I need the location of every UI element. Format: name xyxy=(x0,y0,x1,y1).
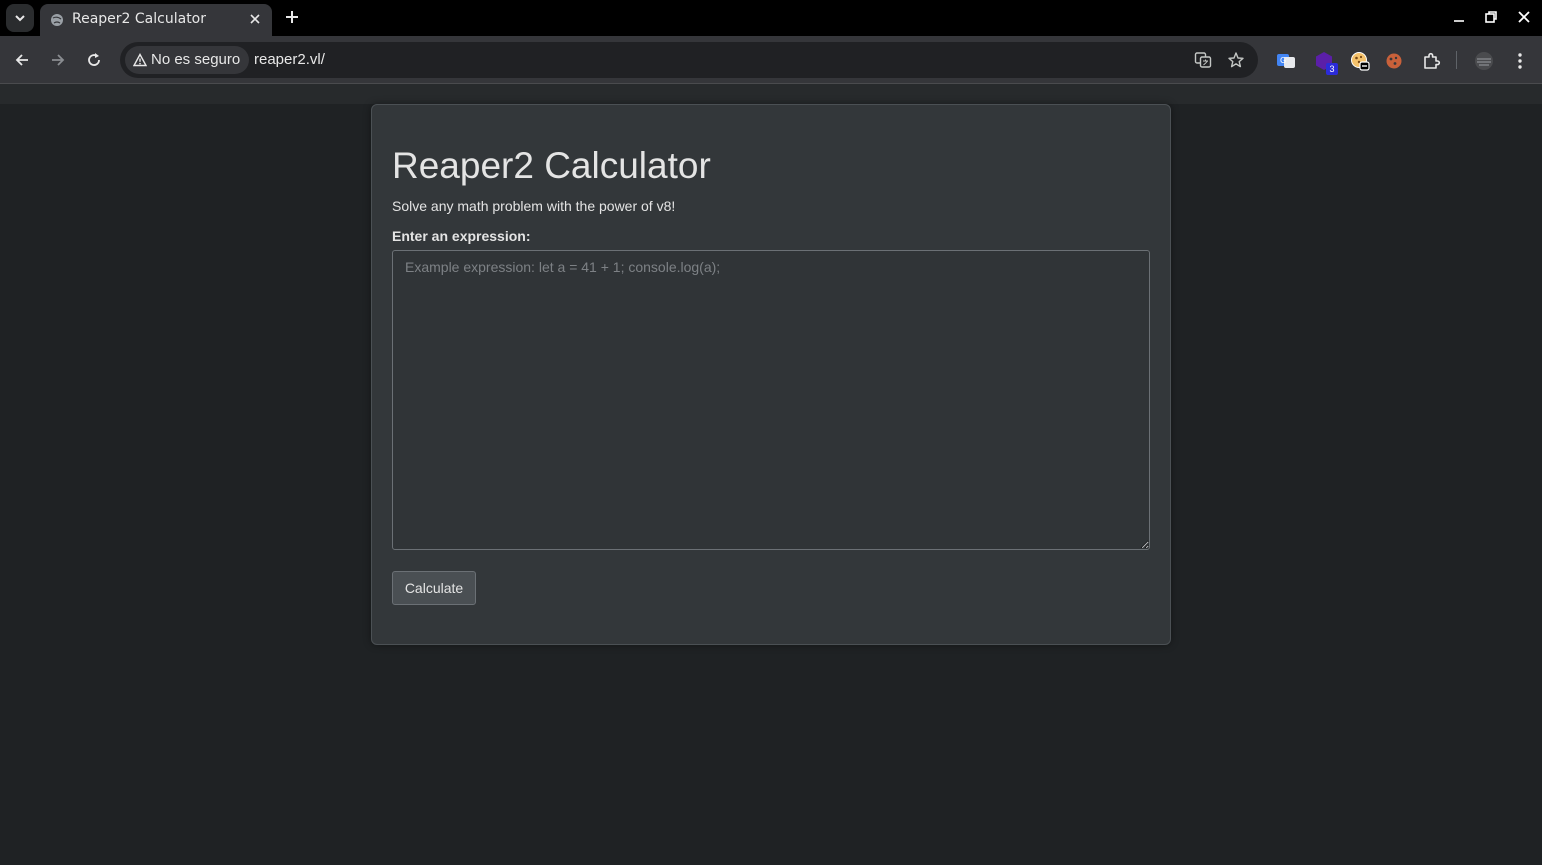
svg-text:G: G xyxy=(1280,56,1286,65)
translate-icon[interactable] xyxy=(1194,51,1212,69)
security-chip[interactable]: No es seguro xyxy=(125,46,250,74)
cookie-extension-icon[interactable] xyxy=(1350,51,1370,71)
tab-search-button[interactable] xyxy=(6,4,34,32)
page-title: Reaper2 Calculator xyxy=(392,145,711,186)
page-subtitle: Solve any math problem with the power of… xyxy=(392,198,676,214)
expression-label: Enter an expression: xyxy=(392,228,531,244)
page-top-strip xyxy=(0,84,1542,104)
close-icon[interactable] xyxy=(248,12,262,26)
warning-triangle-icon xyxy=(133,53,147,67)
toolbar-divider xyxy=(1456,51,1457,69)
browser-tab[interactable]: Reaper2 Calculator xyxy=(40,4,272,36)
security-label: No es seguro xyxy=(151,51,241,68)
new-tab-plus-icon[interactable] xyxy=(284,9,300,25)
address-bar[interactable]: No es seguro reaper2.vl/ xyxy=(120,42,1258,78)
purple-extension-icon[interactable]: 3 xyxy=(1314,51,1338,75)
profile-avatar-icon[interactable] xyxy=(1474,51,1494,71)
url-text[interactable]: reaper2.vl/ xyxy=(254,51,325,68)
bookmark-star-icon[interactable] xyxy=(1227,51,1245,69)
restore-icon[interactable] xyxy=(1484,10,1498,24)
chevron-down-icon xyxy=(15,15,25,22)
forward-arrow-icon[interactable] xyxy=(49,51,67,69)
google-translate-extension-icon[interactable]: G xyxy=(1276,51,1296,71)
browser-toolbar: No es seguro reaper2.vl/ G 3 xyxy=(0,36,1542,84)
calculate-button[interactable]: Calculate xyxy=(392,571,476,605)
globe-icon xyxy=(51,14,63,26)
calculator-card: Reaper2 Calculator Solve any math proble… xyxy=(371,104,1171,645)
extension-badge: 3 xyxy=(1326,63,1338,75)
expression-input[interactable] xyxy=(392,250,1150,550)
tab-title: Reaper2 Calculator xyxy=(72,11,206,27)
puzzle-extensions-icon[interactable] xyxy=(1421,51,1441,71)
minimize-icon[interactable] xyxy=(1452,10,1466,24)
reload-icon[interactable] xyxy=(85,51,103,69)
back-arrow-icon[interactable] xyxy=(13,51,31,69)
cookie-editor-icon[interactable] xyxy=(1384,51,1404,71)
browser-tab-bar: Reaper2 Calculator xyxy=(0,0,1542,36)
more-menu-icon[interactable] xyxy=(1510,51,1530,71)
close-window-icon[interactable] xyxy=(1517,10,1531,24)
